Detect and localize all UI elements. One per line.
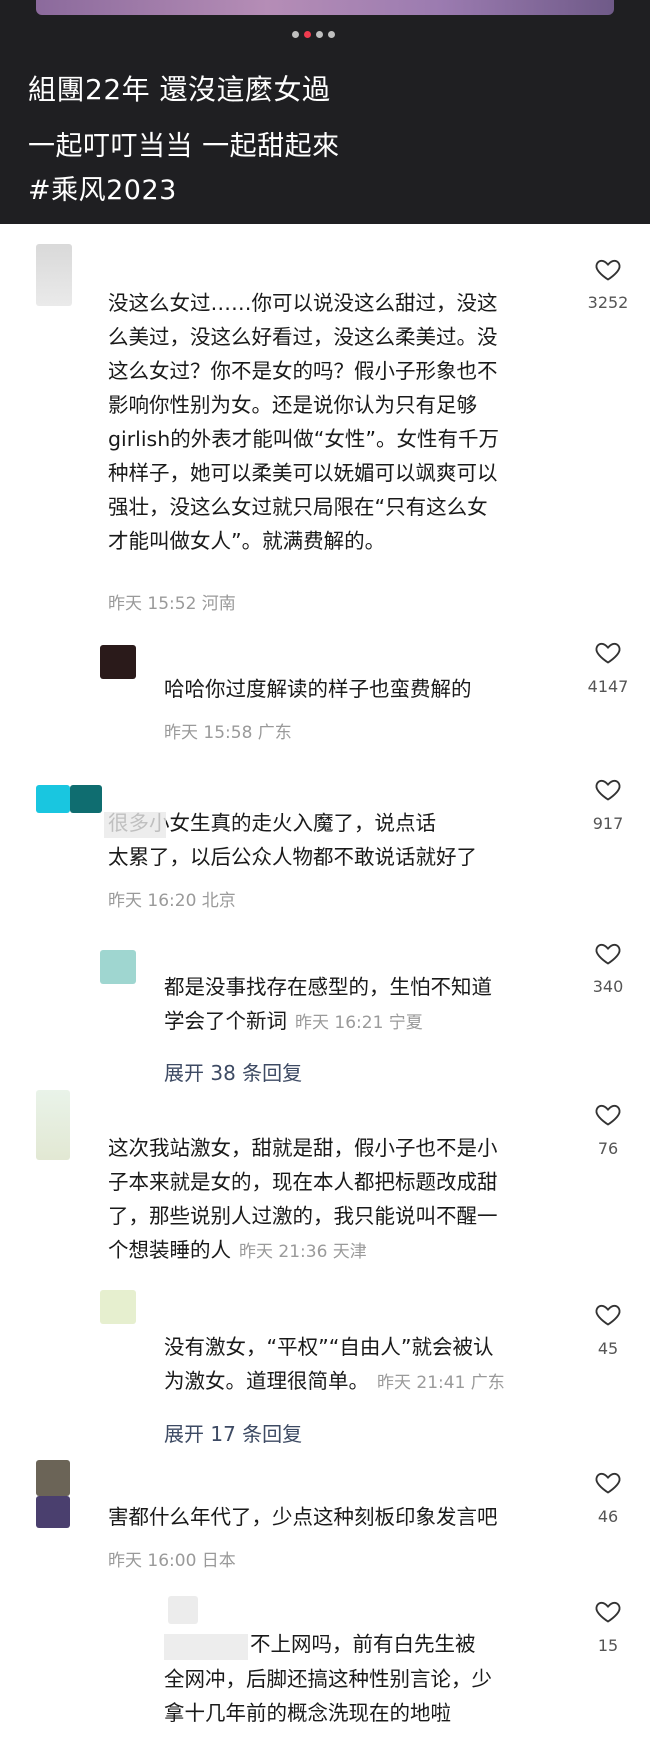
comment-line: 为激女。道理很简单。 (164, 1369, 369, 1393)
expand-replies-button[interactable]: 展开 38 条回复 (164, 1057, 302, 1086)
comment-line: 子本来就是女的，现在本人都把标题改成甜 (108, 1170, 498, 1194)
avatar[interactable] (100, 950, 136, 984)
heart-outline-icon[interactable] (594, 638, 622, 666)
avatar[interactable] (100, 645, 136, 679)
carousel-dot-active (304, 31, 311, 38)
like-count: 917 (592, 814, 624, 833)
comment-line: 都是没事找存在感型的，生怕不知道 (164, 975, 492, 999)
caption-subtitle: 一起叮叮当当 一起甜起來 (28, 131, 340, 162)
avatar[interactable] (70, 785, 102, 813)
carousel-dot (292, 31, 299, 38)
comment-text: 这次我站激女，甜就是甜，假小子也不是小 子本来就是女的，现在本人都把标题改成甜 … (108, 1131, 498, 1269)
expand-replies-button[interactable]: 展开 17 条回复 (164, 1418, 302, 1447)
comment-line: 太累了，以后公众人物都不敢说话就好了 (108, 845, 477, 869)
comment-meta: 昨天 15:58 广东 (164, 723, 292, 743)
like-count: 3252 (587, 293, 629, 312)
caption-title: 組團22年 還沒這麼女過 (28, 73, 331, 106)
heart-outline-icon[interactable] (594, 939, 622, 967)
redaction-blur (164, 1634, 248, 1660)
comment-meta: 昨天 16:00 日本 (108, 1551, 236, 1571)
comment-line: 么美过，没这么好看过，没这么柔美过。没 (108, 325, 498, 349)
comment-line: 个想装睡的人 (108, 1238, 231, 1262)
comment-line: 没这么女过……你可以说没这么甜过，没这 (108, 291, 498, 315)
comment-line: 不上网吗，前有白先生被 (250, 1632, 476, 1656)
like-count: 76 (597, 1139, 619, 1158)
comment-meta: 昨天 16:20 北京 (108, 891, 236, 911)
like-count: 4147 (587, 677, 629, 696)
avatar[interactable] (36, 1496, 70, 1528)
comment-meta: 昨天 16:21 宁夏 (295, 1013, 423, 1033)
comment-line: 拿十几年前的概念洗现在的地啦 (164, 1701, 451, 1725)
heart-outline-icon[interactable] (594, 775, 622, 803)
comment-line: 强壮，没这么女过就只局限在“只有这么女 (108, 495, 488, 519)
video-thumbnail-strip[interactable] (36, 0, 614, 15)
comment-meta: 昨天 21:36 天津 (239, 1242, 367, 1262)
comment-line: 了，那些说别人过激的，我只能说叫不醒一 (108, 1204, 498, 1228)
heart-outline-icon[interactable] (594, 1597, 622, 1625)
comment-line-with-meta: 学会了个新词 昨天 16:21 宁夏 (164, 1004, 492, 1040)
comment-meta: 昨天 21:41 广东 (377, 1373, 505, 1393)
comment-text: 全网冲，后脚还搞这种性别言论，少 拿十几年前的概念洗现在的地啦 (164, 1662, 492, 1730)
like-count: 15 (597, 1636, 619, 1655)
reply-text: 哈哈你过度解读的样子也蛮费解的 (164, 672, 472, 706)
comment-line-with-meta: 个想装睡的人 昨天 21:36 天津 (108, 1233, 498, 1269)
comment-line-with-meta: 为激女。道理很简单。 昨天 21:41 广东 (164, 1364, 505, 1400)
avatar[interactable] (168, 1596, 198, 1624)
carousel-dot (316, 31, 323, 38)
comment-line: 影响你性别为女。还是说你认为只有足够 (108, 393, 477, 417)
comment-line: 这么女过？你不是女的吗？假小子形象也不 (108, 359, 498, 383)
avatar[interactable] (100, 1290, 136, 1324)
like-count: 45 (597, 1339, 619, 1358)
comment-meta: 昨天 15:52 河南 (108, 594, 236, 614)
heart-outline-icon[interactable] (594, 1300, 622, 1328)
caption-hashtag[interactable]: #乘风2023 (28, 168, 177, 207)
heart-outline-icon[interactable] (594, 1100, 622, 1128)
avatar[interactable] (36, 1090, 70, 1160)
reply-text: 都是没事找存在感型的，生怕不知道 学会了个新词 昨天 16:21 宁夏 (164, 970, 492, 1040)
avatar[interactable] (36, 244, 72, 306)
comment-text: 害都什么年代了，少点这种刻板印象发言吧 (108, 1500, 498, 1534)
comment-text: 没这么女过……你可以说没这么甜过，没这 么美过，没这么好看过，没这么柔美过。没 … (108, 286, 499, 558)
avatar[interactable] (36, 785, 70, 813)
like-count: 340 (592, 977, 624, 996)
comment-line: 这次我站激女，甜就是甜，假小子也不是小 (108, 1136, 498, 1160)
comment-line: 害都什么年代了，少点这种刻板印象发言吧 (108, 1505, 498, 1529)
heart-outline-icon[interactable] (594, 255, 622, 283)
comment-line: 哈哈你过度解读的样子也蛮费解的 (164, 677, 472, 701)
comment-line: 没有激女，“平权”“自由人”就会被认 (164, 1335, 494, 1359)
comment-line: 才能叫做女人”。就满费解的。 (108, 529, 386, 553)
comment-text: 不上网吗，前有白先生被 (250, 1627, 476, 1661)
comment-line: 学会了个新词 (164, 1009, 287, 1033)
comment-line: 种样子，她可以柔美可以妩媚可以飒爽可以 (108, 461, 498, 485)
reply-text: 没有激女，“平权”“自由人”就会被认 为激女。道理很简单。 昨天 21:41 广东 (164, 1330, 505, 1400)
comment-line: girlish的外表才能叫做“女性”。女性有千万 (108, 427, 499, 451)
carousel-dot (328, 31, 335, 38)
video-caption-banner: 組團22年 還沒這麼女過 一起叮叮当当 一起甜起來 #乘风2023 (0, 0, 650, 224)
avatar[interactable] (36, 1460, 70, 1496)
heart-outline-icon[interactable] (594, 1468, 622, 1496)
carousel-indicator (292, 31, 335, 41)
like-count: 46 (597, 1507, 619, 1526)
comment-line: 全网冲，后脚还搞这种性别言论，少 (164, 1667, 492, 1691)
redaction-blur (104, 812, 166, 838)
